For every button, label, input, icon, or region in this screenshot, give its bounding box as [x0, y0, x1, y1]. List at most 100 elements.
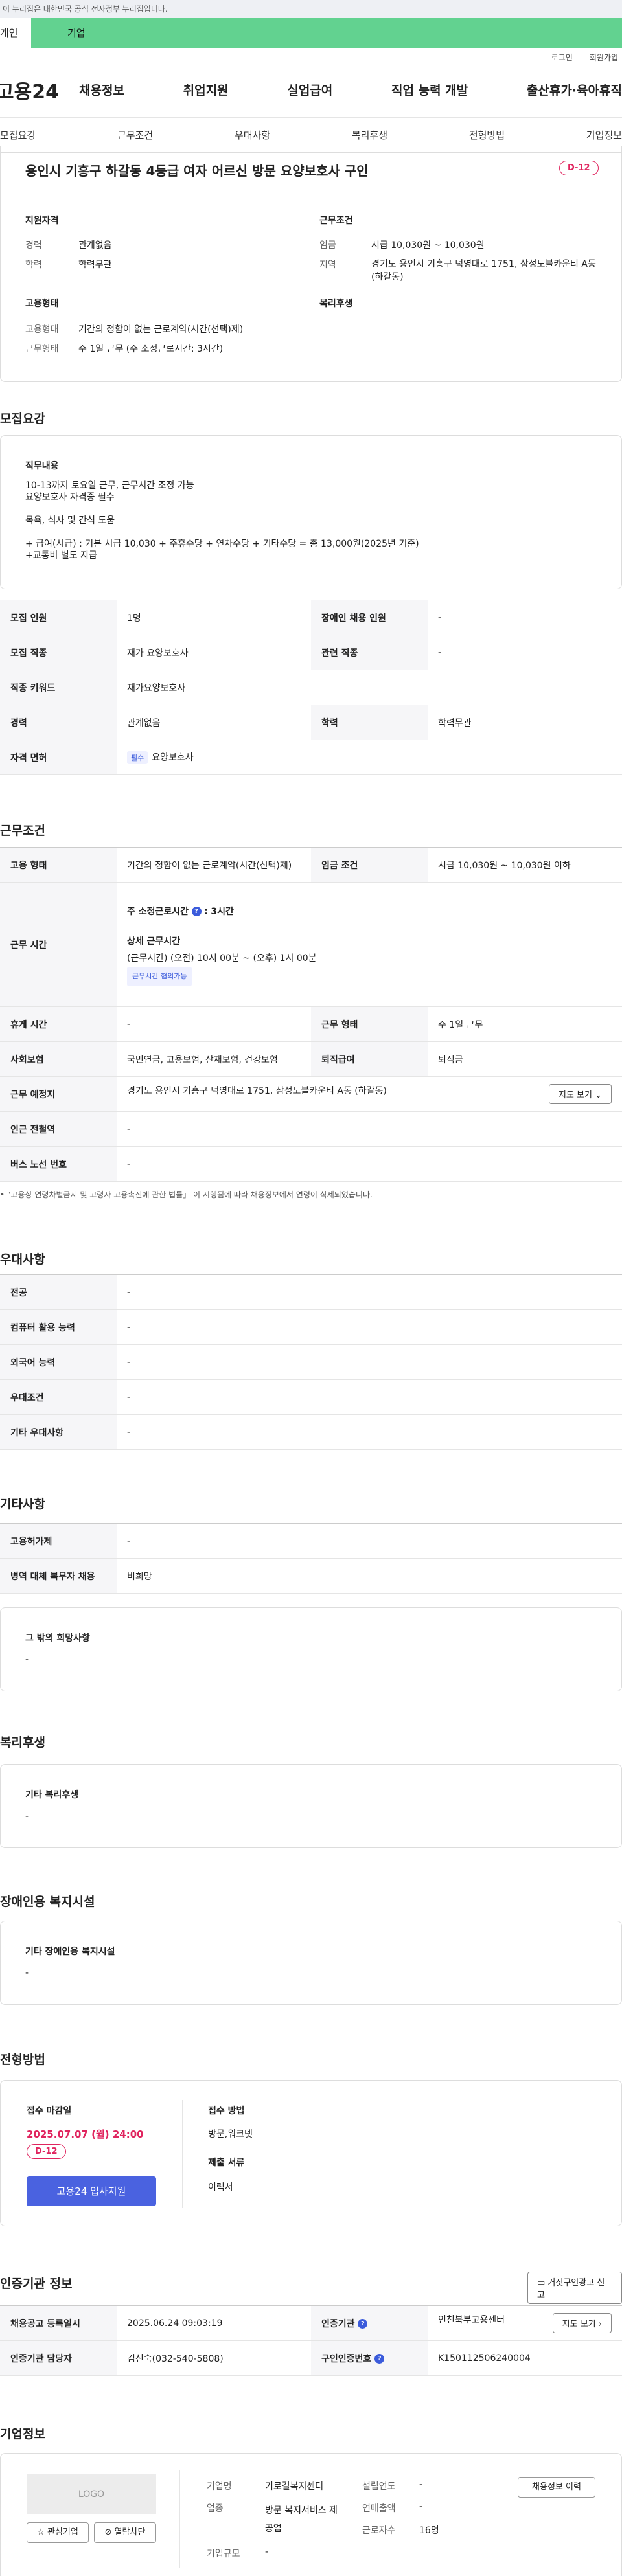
- tab-individual[interactable]: 개인: [0, 18, 31, 48]
- job-title: 용인시 기흥구 하갈동 4등급 여자 어르신 방문 요양보호사 구인: [25, 163, 369, 179]
- hope-title: 그 밖의 희망사항: [25, 1633, 90, 1644]
- cert-value: K150112506240004: [428, 2340, 622, 2376]
- table-row: 인증기관 담당자 김선숙(032-540-5808) 구인인증번호 ? K150…: [0, 2340, 622, 2376]
- report-icon: ▭: [537, 2278, 548, 2288]
- table-row: 기타 우대사항 -: [0, 1414, 622, 1450]
- snb-item-recruit[interactable]: 모집요강: [0, 128, 36, 142]
- loc-value: 경기도 용인시 기흥구 덕영대로 1751, 삼성노블카운티 A동 (하갈동): [371, 259, 596, 282]
- info-icon[interactable]: ?: [374, 2354, 385, 2364]
- time-chip: 근무시간 협의가능: [127, 966, 192, 986]
- bus-value: -: [117, 1146, 622, 1182]
- history-button[interactable]: 채용정보 이력: [518, 2477, 595, 2498]
- report-button[interactable]: ▭ 거짓구인광고 신고: [527, 2272, 622, 2304]
- name-key: 기업명: [207, 2481, 232, 2492]
- size-key: 기업규모: [207, 2549, 240, 2559]
- facility-title: 기타 장애인용 복지시설: [25, 1947, 115, 1957]
- process-card: 접수 마감일 2025.07.07 (월) 24:00 D-12 고용24 입사…: [0, 2080, 622, 2226]
- gnb-item-training[interactable]: 직업 능력 개발: [391, 81, 468, 98]
- recruit-table: 모집 인원 1명 장애인 채용 인원 - 모집 직종 재가 요양보호사 관련 직…: [0, 600, 622, 775]
- edu-label: 학력: [25, 260, 42, 270]
- sev-value: 퇴직금: [428, 1041, 622, 1077]
- gnb-item-jobs[interactable]: 채용정보: [79, 81, 124, 98]
- agency-table: 채용공고 등록일시 2025.06.24 09:03:19 인증기관 ? 인천북…: [0, 2305, 622, 2376]
- snb-item-conditions[interactable]: 근무조건: [117, 128, 153, 142]
- info-icon[interactable]: ?: [191, 907, 202, 916]
- wage-label: 임금: [319, 240, 336, 251]
- career-key: 경력: [0, 705, 117, 740]
- gnb-item-employment[interactable]: 취업지원: [183, 81, 229, 98]
- process-heading: 전형방법: [0, 2053, 45, 2067]
- facility-card: 기타 장애인용 복지시설 -: [0, 1921, 622, 2005]
- table-row: 채용공고 등록일시 2025.06.24 09:03:19 인증기관 ? 인천북…: [0, 2305, 622, 2341]
- block-button[interactable]: ⊘ 열람차단: [94, 2522, 156, 2543]
- wage-key: 임금 조건: [311, 847, 428, 883]
- duty-card: 직무내용 10-13까지 토요일 근무, 근무시간 조정 가능 요양보호사 자격…: [0, 435, 622, 589]
- site-logo[interactable]: 고용24: [0, 76, 74, 104]
- cert-key: 구인인증번호 ?: [311, 2340, 428, 2376]
- table-row: 모집 인원 1명 장애인 채용 인원 -: [0, 600, 622, 635]
- tab-business[interactable]: 기업: [31, 18, 622, 48]
- fav-button[interactable]: ☆ 관심기업: [27, 2522, 89, 2543]
- sales-key: 연매출액: [362, 2503, 396, 2514]
- agency-map-button[interactable]: 지도 보기 ›: [552, 2313, 612, 2333]
- snb-item-process[interactable]: 전형방법: [469, 128, 505, 142]
- welfare-heading: 복리후생: [0, 1735, 45, 1750]
- star-icon: ☆: [37, 2527, 47, 2537]
- process-dday-badge: D-12: [27, 2144, 66, 2159]
- gnb-menu: 채용정보 취업지원 실업급여 직업 능력 개발 출산휴가·육아휴직: [74, 81, 622, 98]
- table-row: 사회보험 국민연금, 고용보험, 산재보험, 건강보험 퇴직급여 퇴직금: [0, 1041, 622, 1077]
- edu-value: 학력무관: [78, 260, 112, 270]
- license-text: 요양보호사: [152, 752, 194, 763]
- hope-card: 그 밖의 희망사항 -: [0, 1607, 622, 1691]
- info-icon[interactable]: ?: [358, 2319, 368, 2329]
- ins-value: 국민연금, 고용보험, 산재보험, 건강보험: [117, 1041, 311, 1077]
- table-row: 컴퓨터 활용 능력 -: [0, 1309, 622, 1345]
- etc-key: 병역 대체 복무자 채용: [0, 1558, 117, 1594]
- snb-item-preference[interactable]: 우대사항: [235, 128, 270, 142]
- bullet-icon: •: [0, 1190, 7, 1199]
- cond-title: 근무조건: [319, 216, 353, 226]
- headcount-value: 1명: [117, 600, 311, 635]
- apply-button[interactable]: 고용24 입사지원: [27, 2176, 156, 2206]
- company-divider: [179, 2470, 180, 2568]
- age-note: • "고용상 연령차별금지 및 고령자 고용촉진에 관한 법률」 이 시행됨에 …: [0, 1190, 373, 1199]
- year-value: -: [419, 2480, 423, 2490]
- time-value: 주 소정근로시간 ? : 3시간 상세 근무시간 (근무시간) (오전) 10시…: [117, 882, 622, 1007]
- snb-item-company[interactable]: 기업정보: [586, 128, 622, 142]
- rest-value: -: [117, 1006, 311, 1042]
- snb-item-welfare[interactable]: 복리후생: [352, 128, 387, 142]
- login-link[interactable]: 로그인: [551, 52, 573, 62]
- process-divider: [182, 2100, 183, 2208]
- gnb-item-unemployment[interactable]: 실업급여: [287, 81, 332, 98]
- cond-heading: 근무조건: [0, 824, 45, 838]
- summary-card: 용인시 기흥구 하갈동 4등급 여자 어르신 방문 요양보호사 구인 D-12 …: [0, 146, 622, 382]
- signup-link[interactable]: 회원가입: [590, 52, 618, 62]
- chevron-right-icon: ›: [598, 2320, 602, 2329]
- etc-key: 고용허가제: [0, 1523, 117, 1559]
- deadline-title: 접수 마감일: [27, 2106, 72, 2116]
- required-chip: 필수: [127, 751, 148, 764]
- emptype-label: 고용형태: [25, 324, 59, 335]
- company-card: LOGO ☆ 관심기업 ⊘ 열람차단 기업명 기로길복지센터 업종 방문 복지서…: [0, 2453, 622, 2576]
- map-button[interactable]: 지도 보기 ⌄: [548, 1084, 612, 1104]
- headcount-key: 모집 인원: [0, 600, 117, 635]
- emp-value: 기간의 정함이 없는 근로계약(시간(선택)제): [117, 847, 311, 883]
- edu-key: 학력: [311, 705, 428, 740]
- table-row: 근무 예정지 경기도 용인시 기흥구 덕영대로 1751, 삼성노블카운티 A동…: [0, 1076, 622, 1112]
- docs-value: 이력서: [208, 2182, 233, 2193]
- keyword-value: 재가요양보호사: [117, 670, 622, 705]
- emp-key: 근로자수: [362, 2525, 396, 2536]
- worktime-label: 근무형태: [25, 344, 59, 354]
- pref-key: 기타 우대사항: [0, 1414, 117, 1450]
- pref-key: 외국어 능력: [0, 1344, 117, 1380]
- disabled-value: -: [428, 600, 622, 635]
- place-text: 경기도 용인시 기흥구 덕영대로 1751, 삼성노블카운티 A동 (하갈동): [127, 1086, 387, 1096]
- pref-key: 우대조건: [0, 1379, 117, 1415]
- etc-table: 고용허가제 - 병역 대체 복무자 채용 비희망: [0, 1523, 622, 1594]
- welfare-title: 복리후생: [319, 299, 353, 309]
- gnb-item-leave[interactable]: 출산휴가·육아휴직: [527, 81, 622, 98]
- util-links: 로그인 회원가입: [0, 48, 622, 62]
- pref-heading: 우대사항: [0, 1252, 45, 1267]
- qual-title: 지원자격: [25, 216, 59, 226]
- worktime-value: 주 1일 근무 (주 소정근로시간: 3시간): [78, 344, 224, 354]
